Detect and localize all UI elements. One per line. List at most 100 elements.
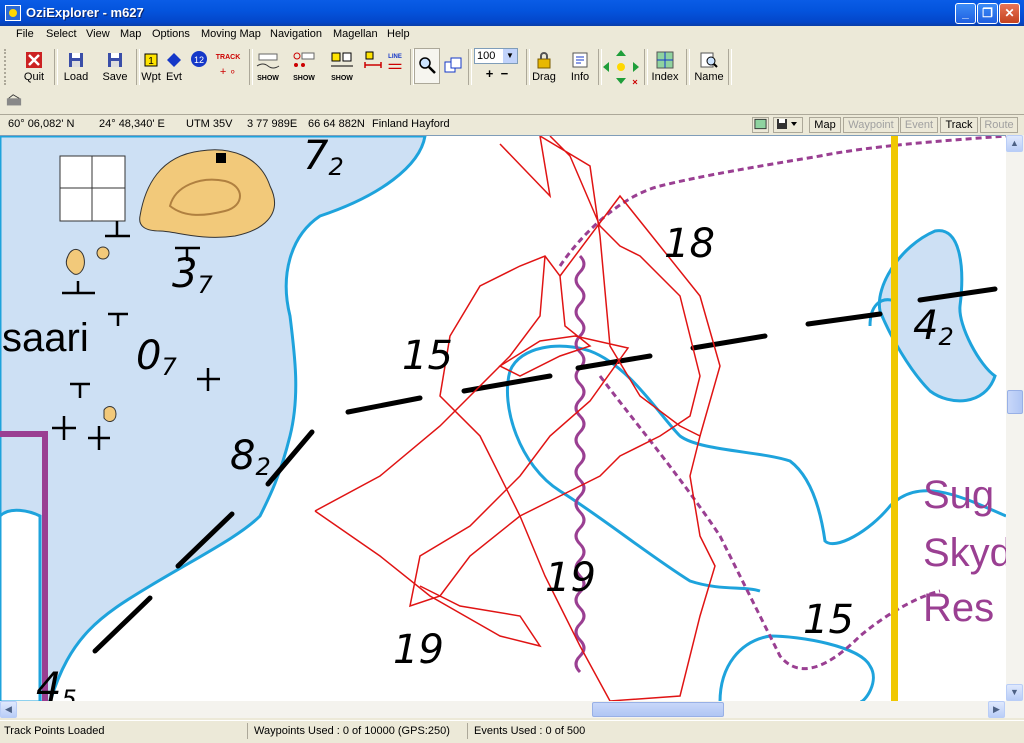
info-button[interactable]: Info xyxy=(566,48,594,88)
mode-button-track[interactable]: Track xyxy=(940,117,978,133)
map-image-icon[interactable] xyxy=(752,117,769,133)
scroll-right-button[interactable]: ▶ xyxy=(988,701,1005,718)
scroll-up-button[interactable]: ▲ xyxy=(1006,135,1023,152)
menu-magellan[interactable]: Magellan xyxy=(333,28,378,40)
longitude-readout: 24° 48,340' E xyxy=(99,118,165,130)
evt-button[interactable]: Evt xyxy=(164,48,184,88)
zoom-level-control[interactable]: 100 ▼ + − xyxy=(474,48,520,88)
restricted-wavy-line-3 xyxy=(598,375,941,671)
menu-help[interactable]: Help xyxy=(387,28,410,40)
index-map-icon xyxy=(656,51,674,69)
icon-button-12[interactable]: 12 xyxy=(189,48,209,88)
depth-label: 42 xyxy=(913,303,954,351)
route-show-icon xyxy=(331,52,353,67)
zoom-select[interactable]: 100 ▼ xyxy=(474,48,518,64)
depth-label: 72 xyxy=(303,135,344,181)
moving-map-icon[interactable] xyxy=(6,93,22,109)
info-icon xyxy=(572,52,588,68)
depth-label: 07 xyxy=(136,333,177,381)
wpt-button[interactable]: 1 Wpt xyxy=(141,48,161,88)
show-button-2[interactable]: SHOW xyxy=(290,48,318,88)
menu-map[interactable]: Map xyxy=(120,28,141,40)
waypoints-used: Waypoints Used : 0 of 10000 (GPS:250) xyxy=(250,723,468,739)
zoom-plus-minus-icon[interactable]: + − xyxy=(474,66,520,81)
restricted-wavy-line xyxy=(574,254,586,674)
magnifier-icon xyxy=(419,57,436,74)
menu-file[interactable]: File xyxy=(16,28,34,40)
small-rock-island xyxy=(103,406,117,422)
chevron-down-icon[interactable]: ▼ xyxy=(503,49,517,63)
scroll-left-button[interactable]: ◀ xyxy=(0,701,17,718)
load-button[interactable]: Load xyxy=(60,48,92,88)
vertical-scrollbar[interactable]: ▲ ▼ xyxy=(1006,135,1024,718)
depth-label: 19 xyxy=(545,555,596,601)
area-name-line-2: Skyd xyxy=(923,531,1006,575)
horizontal-scroll-thumb[interactable] xyxy=(592,702,724,717)
status-message: Track Points Loaded xyxy=(0,723,248,739)
maximize-button[interactable]: ❐ xyxy=(977,3,998,24)
waypoint-icon: 1 xyxy=(144,53,158,67)
horizontal-scrollbar[interactable]: ◀ ▶ xyxy=(0,701,1006,718)
utm-northing: 66 64 882N xyxy=(308,118,365,130)
map-canvas[interactable]: Sug Skyd Res saari 72 37 07 15 18 42 82 … xyxy=(0,135,1006,702)
measure-icon xyxy=(364,51,382,68)
line-icon xyxy=(388,63,402,69)
zoom-button[interactable] xyxy=(414,48,440,84)
latitude-readout: 60° 06,082' N xyxy=(8,118,75,130)
track-show-icon xyxy=(256,53,280,69)
pan-button[interactable] xyxy=(601,48,641,88)
app-icon xyxy=(5,5,21,21)
pan-arrows-icon xyxy=(603,50,639,85)
show-button-3[interactable]: SHOW xyxy=(328,48,356,88)
event-icon xyxy=(167,53,181,67)
menu-options[interactable]: Options xyxy=(152,28,190,40)
area-name-line-3: Res xyxy=(923,586,994,630)
menu-select[interactable]: Select xyxy=(46,28,77,40)
gps-track-2 xyxy=(314,194,721,648)
index-button[interactable]: Index xyxy=(650,48,680,88)
vertical-scroll-thumb[interactable] xyxy=(1007,390,1023,414)
depth-label: 45 xyxy=(36,665,77,702)
depth-label: 15 xyxy=(803,597,854,643)
menu-view[interactable]: View xyxy=(86,28,110,40)
map-datum: Finland Hayford xyxy=(372,118,450,130)
save-map-icon xyxy=(777,119,797,129)
main-toolbar: Quit Load Save 1 Wpt Evt 12 TRACK + ∘ SH… xyxy=(0,45,1024,91)
line-button[interactable]: LINE xyxy=(385,48,405,88)
measure-button[interactable] xyxy=(363,48,383,88)
menu-navigation[interactable]: Navigation xyxy=(270,28,322,40)
mode-button-map[interactable]: Map xyxy=(809,117,841,133)
utm-zone: UTM 35V xyxy=(186,118,233,130)
window-title: OziExplorer - m627 xyxy=(26,5,144,20)
secondary-toolbar xyxy=(0,90,1024,114)
close-button[interactable]: ✕ xyxy=(999,3,1020,24)
track-plus-icon: + ∘ xyxy=(219,66,237,78)
place-name: saari xyxy=(2,316,89,360)
menu-bar: File Select View Map Options Moving Map … xyxy=(0,26,1024,45)
svg-text:1: 1 xyxy=(148,56,154,67)
menu-moving-map[interactable]: Moving Map xyxy=(201,28,261,40)
svg-text:12: 12 xyxy=(194,55,204,65)
save-map-dropdown[interactable] xyxy=(773,117,803,133)
lock-icon xyxy=(537,52,551,69)
scroll-down-button[interactable]: ▼ xyxy=(1006,684,1023,701)
depth-label: 37 xyxy=(172,251,213,299)
load-icon xyxy=(69,53,83,67)
quit-button[interactable]: Quit xyxy=(20,48,48,88)
area-name-line-1: Sug xyxy=(923,473,994,517)
title-bar: OziExplorer - m627 _ ❐ ✕ xyxy=(0,0,1024,26)
depth-label: 18 xyxy=(664,221,715,267)
mode-button-route[interactable]: Route xyxy=(980,117,1018,133)
track-button[interactable]: TRACK + ∘ xyxy=(213,48,243,88)
show-button-1[interactable]: SHOW xyxy=(254,48,282,88)
window-button[interactable] xyxy=(443,48,463,88)
mode-button-waypoint[interactable]: Waypoint xyxy=(843,117,899,133)
numbered-circle-icon: 12 xyxy=(191,51,207,67)
save-button[interactable]: Save xyxy=(99,48,131,88)
yellow-boundary-line xyxy=(891,136,898,702)
name-button[interactable]: Name xyxy=(693,48,725,88)
drag-button[interactable]: Drag xyxy=(530,48,558,88)
track-label: TRACK xyxy=(215,54,241,61)
minimize-button[interactable]: _ xyxy=(955,3,976,24)
mode-button-event[interactable]: Event xyxy=(900,117,938,133)
